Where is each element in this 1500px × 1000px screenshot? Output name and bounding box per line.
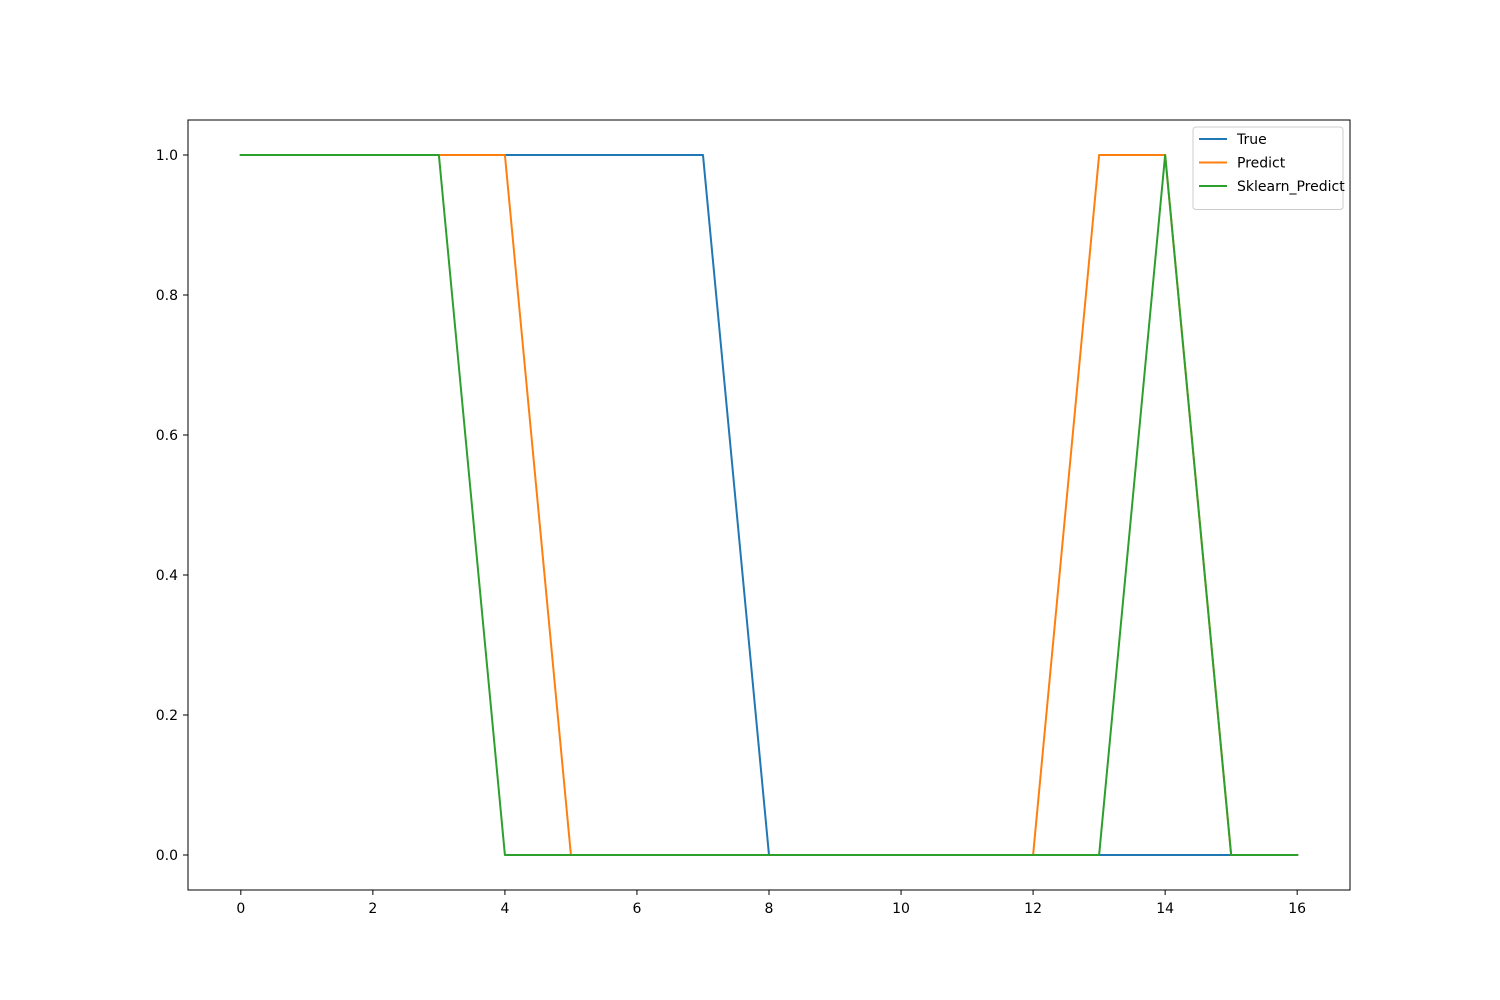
y-tick-label: 0.2 [156,708,178,724]
x-tick-label: 2 [368,901,377,917]
legend-label: Predict [1237,156,1286,172]
plot-area-background [188,120,1350,890]
x-tick-label: 6 [632,901,641,917]
chart-container: 0 2 4 6 8 10 12 14 16 0.0 0.2 0.4 0.6 0.8 1.0 True Pre… [0,0,1500,1000]
y-tick-label: 0.0 [156,848,178,864]
y-tick-label: 0.6 [156,428,178,444]
legend-label: Sklearn_Predict [1237,179,1345,195]
x-tick-label: 12 [1024,901,1042,917]
x-tick-label: 16 [1288,901,1306,917]
line-chart: 0 2 4 6 8 10 12 14 16 0.0 0.2 0.4 0.6 0.8 1.0 True Pre… [156,119,1351,917]
y-tick-label: 1.0 [156,148,178,164]
x-tick-label: 8 [765,901,774,917]
x-axis: 0 2 4 6 8 10 12 14 16 [236,890,1306,917]
x-tick-label: 0 [236,901,245,917]
x-tick-label: 14 [1156,901,1174,917]
x-tick-label: 10 [892,901,910,917]
y-axis: 0.0 0.2 0.4 0.6 0.8 1.0 [156,148,188,864]
y-tick-label: 0.4 [156,568,178,584]
legend-label: True [1236,132,1267,148]
legend: True Predict Sklearn_Predict [1192,126,1345,210]
x-tick-label: 4 [500,901,509,917]
y-tick-label: 0.8 [156,288,178,304]
